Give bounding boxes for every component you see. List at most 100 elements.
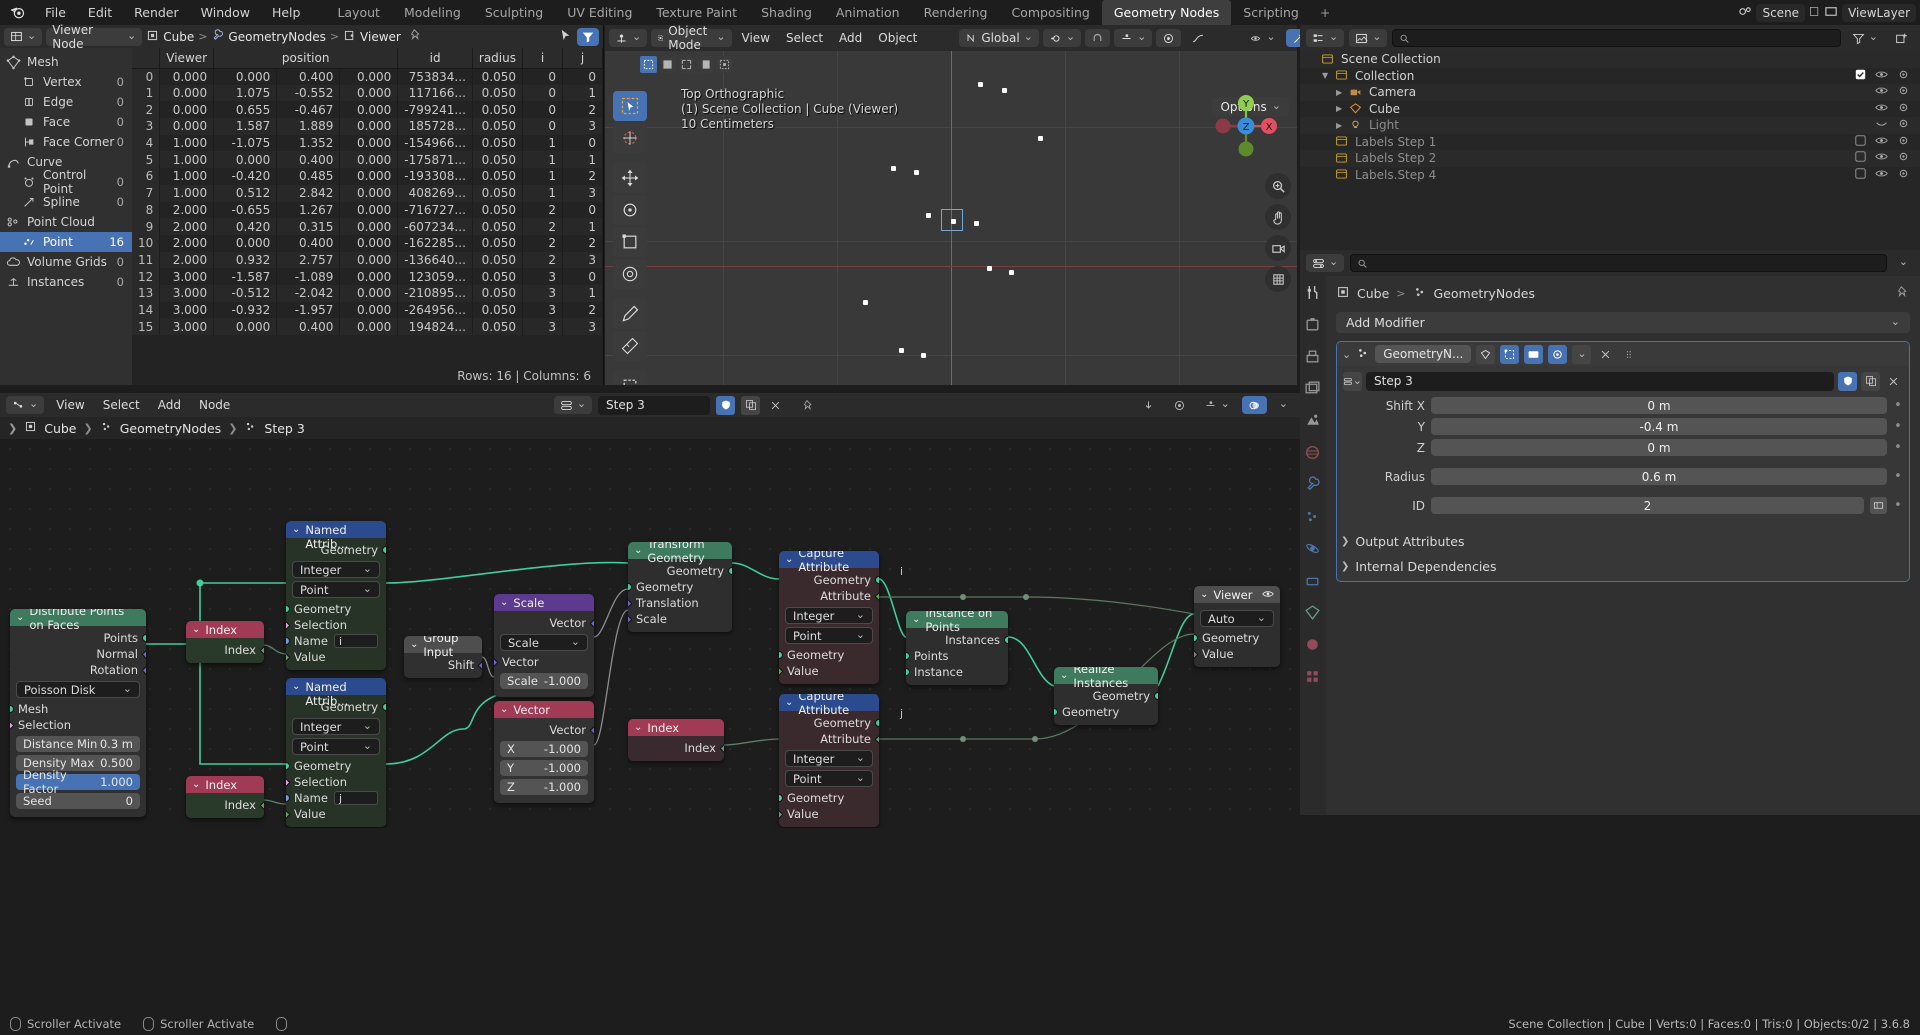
table-row[interactable]: 2 0.000 0.655 -0.467 0.000 -799241... 0.050 0 2 xyxy=(132,101,603,119)
visibility-eye-icon[interactable] xyxy=(1875,102,1888,116)
viewer-eye-icon[interactable] xyxy=(1262,588,1274,602)
col-j[interactable]: j xyxy=(562,48,603,69)
outliner-editor-type-selector[interactable] xyxy=(1306,29,1345,47)
node-header[interactable]: ⌄ Index xyxy=(628,719,724,736)
node-input-instance[interactable]: Instance xyxy=(906,664,1008,680)
dataset-mode-selector[interactable]: Viewer Node xyxy=(46,23,143,51)
tab-scene[interactable] xyxy=(1304,412,1322,430)
outliner-checkbox[interactable] xyxy=(1855,135,1866,149)
modifier-render-toggle[interactable] xyxy=(1524,344,1544,364)
select-intersect-mode-button[interactable] xyxy=(716,56,733,73)
node-output-index[interactable]: Index xyxy=(186,797,264,813)
node-capture-attribute-2[interactable]: ⌄ Capture Attribute Geometry Attribute In… xyxy=(779,694,879,827)
properties-options-dropdown[interactable] xyxy=(1893,254,1914,272)
menu-render[interactable]: Render xyxy=(123,0,190,25)
node-header[interactable]: ⌄Store Named Attrib... xyxy=(286,678,386,708)
property-value-field[interactable]: 0 m xyxy=(1431,439,1887,456)
workspace-tab-shading[interactable]: Shading xyxy=(749,0,824,25)
node-header[interactable]: ⌄Store Named Attrib... xyxy=(286,521,386,551)
node-menu-add[interactable]: Add xyxy=(152,396,187,414)
outliner-checkbox[interactable] xyxy=(1855,102,1866,116)
visibility-eye-icon[interactable] xyxy=(1875,118,1888,132)
outliner-row[interactable]: Labels.Step 4 xyxy=(1300,167,1920,184)
tool-move[interactable] xyxy=(613,163,647,193)
dataset-row-volume-grids[interactable]: Volume Grids 0 xyxy=(0,252,132,272)
outliner-checkbox[interactable] xyxy=(1855,118,1866,132)
table-row[interactable]: 15 3.000 0.000 0.400 0.000 194824... 0.050 3 3 xyxy=(132,318,603,335)
node-store-named-attribute-2[interactable]: ⌄Store Named Attrib... Geometry Integer … xyxy=(286,678,386,827)
node-output-vector[interactable]: Vector xyxy=(494,615,594,631)
node-input-vector[interactable]: Vector xyxy=(494,654,594,670)
node-transform-geometry[interactable]: ⌄ Transform Geometry Geometry Geometry Tr… xyxy=(628,542,732,632)
node-input-geometry[interactable]: Geometry xyxy=(1194,630,1280,646)
falloff-curve-icon[interactable] xyxy=(1185,29,1211,47)
pin-icon[interactable] xyxy=(409,28,423,45)
node-editor-type-selector[interactable] xyxy=(6,396,45,414)
viewport-menu-view[interactable]: View xyxy=(736,29,776,47)
properties-breadcrumb-object[interactable]: Cube xyxy=(1357,286,1389,301)
outliner-row[interactable]: ▶ Camera xyxy=(1300,84,1920,101)
viewport-selected-object-outline[interactable] xyxy=(941,209,963,231)
node-name-value[interactable]: j xyxy=(333,791,378,805)
col-i[interactable]: i xyxy=(522,48,563,69)
workspace-tab-scripting[interactable]: Scripting xyxy=(1231,0,1311,25)
workspace-tab-compositing[interactable]: Compositing xyxy=(999,0,1101,25)
tab-world[interactable] xyxy=(1304,444,1322,462)
node-input-geometry[interactable]: Geometry xyxy=(286,601,386,617)
node-index-1[interactable]: ⌄ Index Index xyxy=(186,621,264,663)
navigation-gizmo[interactable]: Y X Z xyxy=(1209,89,1283,163)
property-animate-dot[interactable]: • xyxy=(1893,419,1903,434)
node-input-selection[interactable]: Selection xyxy=(286,774,386,790)
table-row[interactable]: 1 0.000 1.075 -0.552 0.000 117166... 0.050 0 1 xyxy=(132,84,603,102)
viewport-editor-type-selector[interactable] xyxy=(609,29,648,47)
select-subtract-mode-button[interactable] xyxy=(678,56,695,73)
tab-texture[interactable] xyxy=(1304,668,1322,686)
node-output-attribute[interactable]: Attribute xyxy=(779,731,879,747)
node-distribute-method-selector[interactable]: Poisson Disk xyxy=(16,681,140,698)
outliner-display-mode-selector[interactable] xyxy=(1349,29,1388,47)
tool-rotate[interactable] xyxy=(613,195,647,225)
visibility-eye-icon[interactable] xyxy=(1875,135,1888,149)
snap-magnet-icon[interactable] xyxy=(1085,29,1111,47)
node-input-mesh[interactable]: Mesh xyxy=(10,701,146,717)
node-value-z[interactable]: Z -1.000 xyxy=(500,779,588,795)
node-data-type-selector[interactable]: Integer xyxy=(292,561,380,578)
outliner-checkbox[interactable] xyxy=(1855,85,1866,99)
viewport-point[interactable] xyxy=(1038,136,1043,141)
tab-view-layer[interactable] xyxy=(1304,380,1322,398)
visibility-eye-icon[interactable] xyxy=(1875,85,1888,99)
viewport-point[interactable] xyxy=(914,170,919,175)
node-pin-icon[interactable] xyxy=(799,396,818,415)
node-header[interactable]: ⌄ Viewer xyxy=(1194,586,1280,603)
viewport-point[interactable] xyxy=(974,221,979,226)
breadcrumb-object[interactable]: Cube xyxy=(163,30,194,44)
node-input-value[interactable]: Value xyxy=(779,663,879,679)
outliner-row[interactable]: ▶ Light xyxy=(1300,117,1920,134)
node-overlays-dropdown[interactable] xyxy=(1273,396,1294,414)
node-viewer[interactable]: ⌄ Viewer Auto Geometry Value xyxy=(1194,586,1280,667)
tool-scale[interactable] xyxy=(613,227,647,257)
modifier-edit-mode-toggle[interactable] xyxy=(1476,344,1496,364)
select-box-mode-button[interactable] xyxy=(640,56,657,73)
workspace-tab-uv-editing[interactable]: UV Editing xyxy=(555,0,644,25)
node-value-y[interactable]: Y -1.000 xyxy=(500,760,588,776)
col-id[interactable]: id xyxy=(397,48,473,69)
expand-arrow-icon[interactable]: ▶ xyxy=(1336,88,1349,97)
node-input-selection[interactable]: Selection xyxy=(10,717,146,733)
tool-cursor[interactable] xyxy=(613,123,647,153)
render-camera-icon[interactable] xyxy=(1897,135,1910,149)
workspace-tab-rendering[interactable]: Rendering xyxy=(912,0,1000,25)
node-value-x[interactable]: X -1.000 xyxy=(500,741,588,757)
interaction-mode-selector[interactable]: Object Mode xyxy=(651,24,732,52)
cursor-icon[interactable] xyxy=(558,28,573,46)
property-animate-dot[interactable]: • xyxy=(1893,498,1903,513)
property-animate-dot[interactable]: • xyxy=(1893,440,1903,455)
breadcrumb-viewer[interactable]: Viewer xyxy=(360,30,401,44)
tab-modifiers[interactable] xyxy=(1304,476,1322,494)
dataset-row-face[interactable]: Face 0 xyxy=(0,112,132,132)
select-invert-mode-button[interactable] xyxy=(697,56,714,73)
node-input-selection[interactable]: Selection xyxy=(286,617,386,633)
node-input-value[interactable]: Value xyxy=(779,806,879,822)
node-output-instances[interactable]: Instances xyxy=(906,632,1008,648)
col-viewer[interactable]: Viewer xyxy=(159,48,215,69)
